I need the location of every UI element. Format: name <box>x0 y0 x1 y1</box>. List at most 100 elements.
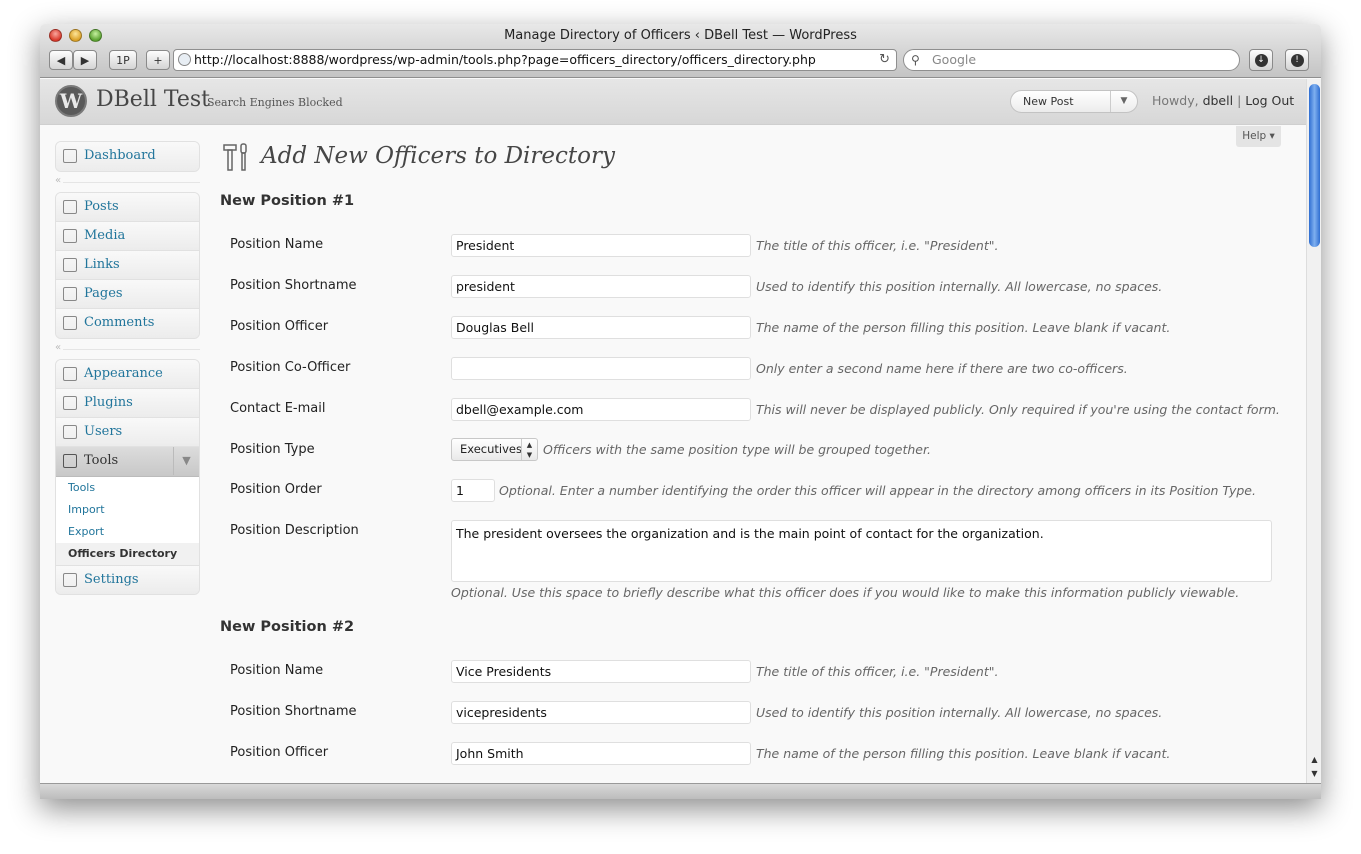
tools-page-icon <box>223 143 247 171</box>
position-shortname-input[interactable]: vicepresidents <box>451 701 751 724</box>
menu-label: Plugins <box>84 395 133 410</box>
position-coofficer-hint: Only enter a second name here if there a… <box>756 361 1128 376</box>
menu-item-posts[interactable]: Posts <box>56 193 199 222</box>
submenu-item-import[interactable]: Import <box>56 499 199 521</box>
info-icon: ! <box>1290 53 1304 67</box>
contact-email-hint: This will never be displayed publicly. O… <box>756 402 1280 417</box>
chevron-down-icon[interactable]: ▼ <box>1110 91 1137 112</box>
position-officer-label: Position Officer <box>230 319 329 334</box>
add-bookmark-button[interactable]: + <box>146 50 170 70</box>
onepassword-button[interactable]: 1P <box>109 50 137 70</box>
position-officer-input[interactable]: Douglas Bell <box>451 316 751 339</box>
tools-icon <box>63 454 77 468</box>
pin-icon <box>63 200 77 214</box>
contact-email-input[interactable]: dbell@example.com <box>451 398 751 421</box>
contact-email-label: Contact E-mail <box>230 401 326 416</box>
position-description-label: Position Description <box>230 523 359 538</box>
position-order-label: Position Order <box>230 482 322 497</box>
position-type-select[interactable]: Executives ▲ ▼ <box>451 438 538 461</box>
position-shortname-input[interactable]: president <box>451 275 751 298</box>
position-officer-label: Position Officer <box>230 745 329 760</box>
position-2-heading: New Position #2 <box>220 619 355 635</box>
position-name-hint: The title of this officer, i.e. "Preside… <box>756 664 999 679</box>
menu-item-appearance[interactable]: Appearance <box>56 360 199 389</box>
position-order-input[interactable]: 1 <box>451 479 495 502</box>
site-title[interactable]: DBell Test <box>96 87 210 112</box>
menu-item-plugins[interactable]: Plugins <box>56 389 199 418</box>
menu-item-links[interactable]: Links <box>56 251 199 280</box>
howdy-text: Howdy, <box>1152 93 1199 108</box>
vertical-scrollbar[interactable]: ▲ ▼ <box>1306 79 1321 783</box>
menu-item-comments[interactable]: Comments <box>56 309 199 338</box>
search-field[interactable]: ⚲ Google <box>903 49 1240 71</box>
logout-link[interactable]: Log Out <box>1245 93 1294 108</box>
url-text: http://localhost:8888/wordpress/wp-admin… <box>194 52 816 67</box>
wordpress-logo-icon: W <box>55 85 87 117</box>
menu-label: Media <box>84 228 126 243</box>
select-arrows-icon: ▲ ▼ <box>521 439 537 460</box>
position-order-hint: Optional. Enter a number identifying the… <box>499 483 1256 498</box>
menu-separator[interactable] <box>55 172 200 192</box>
position-description-hint: Optional. Use this space to briefly desc… <box>451 585 1240 600</box>
downloads-button[interactable]: ↓ <box>1249 49 1273 71</box>
position-officer-hint: The name of the person filling this posi… <box>756 746 1171 761</box>
menu-item-users[interactable]: Users <box>56 418 199 447</box>
menu-label: Appearance <box>84 366 163 381</box>
address-bar[interactable]: http://localhost:8888/wordpress/wp-admin… <box>173 49 897 71</box>
pages-icon <box>63 287 77 301</box>
browser-window: Manage Directory of Officers ‹ DBell Tes… <box>40 24 1321 799</box>
user-greeting: Howdy, dbell | Log Out <box>1152 93 1294 108</box>
menu-item-settings[interactable]: Settings <box>56 565 199 594</box>
position-coofficer-input[interactable] <box>451 357 751 380</box>
position-description-textarea[interactable]: The president oversees the organization … <box>451 520 1272 582</box>
globe-icon <box>178 53 191 66</box>
link-icon <box>63 258 77 272</box>
help-tab[interactable]: Help ▾ <box>1236 126 1281 147</box>
window-title: Manage Directory of Officers ‹ DBell Tes… <box>504 28 857 43</box>
menu-item-tools[interactable]: Tools ▼ <box>56 447 199 477</box>
scroll-arrows-icon[interactable]: ▲ ▼ <box>1307 753 1321 783</box>
position-officer-input[interactable]: John Smith <box>451 742 751 765</box>
browser-toolbar: Manage Directory of Officers ‹ DBell Tes… <box>40 24 1321 78</box>
plug-icon <box>63 396 77 410</box>
settings-icon <box>63 573 77 587</box>
new-post-button[interactable]: New Post ▼ <box>1010 90 1138 113</box>
menu-separator[interactable] <box>55 339 200 359</box>
scrollbar-thumb[interactable] <box>1309 84 1320 247</box>
page-title: Add New Officers to Directory <box>261 143 615 169</box>
menu-item-media[interactable]: Media <box>56 222 199 251</box>
submenu-item-export[interactable]: Export <box>56 521 199 543</box>
status-bar <box>40 783 1321 799</box>
submenu-item-officers-directory[interactable]: Officers Directory <box>56 543 199 565</box>
menu-group-dashboard: Dashboard <box>55 141 200 172</box>
chevron-down-icon[interactable]: ▼ <box>173 447 199 475</box>
menu-label: Links <box>84 257 120 272</box>
position-type-value: Executives <box>460 442 522 456</box>
position-name-input[interactable]: President <box>451 234 751 257</box>
position-name-input[interactable]: Vice Presidents <box>451 660 751 683</box>
menu-item-pages[interactable]: Pages <box>56 280 199 309</box>
comment-icon <box>63 316 77 330</box>
position-shortname-hint: Used to identify this position internall… <box>756 705 1163 720</box>
reload-icon[interactable]: ↻ <box>879 50 890 70</box>
users-icon <box>63 425 77 439</box>
search-icon: ⚲ <box>911 53 920 67</box>
submenu-item-tools[interactable]: Tools <box>56 477 199 499</box>
username-link[interactable]: dbell <box>1203 93 1234 108</box>
position-type-label: Position Type <box>230 442 315 457</box>
menu-label: Posts <box>84 199 119 214</box>
menu-label: Pages <box>84 286 123 301</box>
position-1-heading: New Position #1 <box>220 193 355 209</box>
search-placeholder: Google <box>932 52 977 67</box>
menu-label: Settings <box>84 572 139 587</box>
position-name-label: Position Name <box>230 237 324 252</box>
position-shortname-hint: Used to identify this position internall… <box>756 279 1163 294</box>
back-button[interactable]: ◀ <box>49 50 73 70</box>
position-name-label: Position Name <box>230 663 324 678</box>
menu-item-dashboard[interactable]: Dashboard <box>56 142 199 171</box>
position-officer-hint: The name of the person filling this posi… <box>756 320 1171 335</box>
info-button[interactable]: ! <box>1285 49 1309 71</box>
menu-label: Comments <box>84 315 155 330</box>
forward-button[interactable]: ▶ <box>73 50 97 70</box>
position-shortname-label: Position Shortname <box>230 704 357 719</box>
